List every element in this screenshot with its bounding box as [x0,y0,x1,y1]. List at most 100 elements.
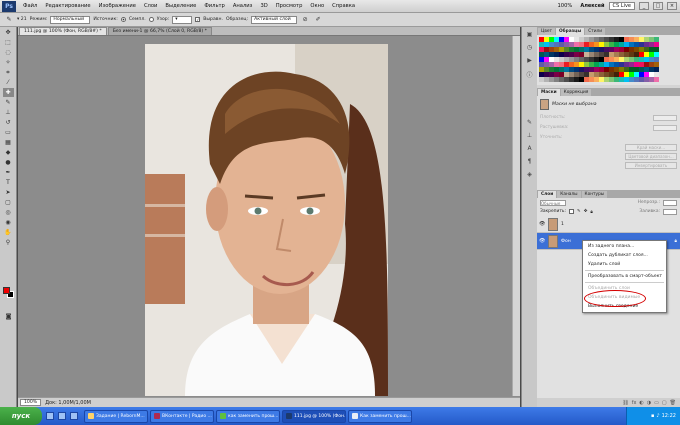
taskbar-button[interactable]: ВКонтакте | Радио ... [150,409,214,423]
fill-input[interactable] [663,208,677,215]
brush-tool-icon[interactable]: ✎ [3,98,14,107]
pattern-picker[interactable]: ▾ [172,15,193,24]
trash-icon[interactable]: 🗑︎ [670,400,676,406]
layer-name[interactable]: 1 [561,222,564,227]
move-tool-icon[interactable]: ✥ [3,28,14,37]
mode-select[interactable]: Нормальный [50,15,91,24]
close-icon[interactable]: × [667,2,677,10]
tab-paths[interactable]: Контуры [581,191,608,198]
document-tab[interactable]: Без имени-1 @ 66,7% (Слой 0, RGB/8) * [107,27,212,35]
zoom-tool-icon[interactable]: ⚲ [3,238,14,247]
menu-item-8[interactable]: Просмотр [272,3,307,9]
quicklaunch-media-icon[interactable] [70,412,78,420]
clone-stamp-tool-icon[interactable]: ⊥ [3,108,14,117]
menu-item-5[interactable]: Фильтр [200,3,229,9]
opacity-input[interactable] [663,199,677,206]
marquee-tool-icon[interactable]: ⬚ [3,38,14,47]
context-menu-item[interactable]: Из заднего плана... [583,242,666,251]
layer-row[interactable]: 👁︎ 1 [537,216,680,233]
taskbar-button[interactable]: Задание | RebornM... [84,409,148,423]
workspace-switcher[interactable]: Алексей [580,3,604,9]
lock-position-icon[interactable]: ✥ [584,209,588,214]
source-sampled-radio[interactable] [120,17,126,22]
quick-mask-icon[interactable]: ◙ [3,312,14,321]
document-info[interactable]: Док: 1,00M/1,00M [45,400,91,406]
lock-transparency-checkbox[interactable] [569,209,574,214]
visibility-eye-icon[interactable]: 👁︎ [539,238,545,244]
tab-channels[interactable]: Каналы [557,191,581,198]
shape-tool-icon[interactable]: ▢ [3,198,14,207]
adjustment-layer-icon[interactable]: ◑ [647,400,651,406]
menu-item-1[interactable]: Редактирование [41,3,94,9]
lock-pixels-icon[interactable]: ✎ [577,209,581,214]
path-select-tool-icon[interactable]: ➤ [3,188,14,197]
aligned-checkbox[interactable]: ✓ [195,17,201,22]
tray-volume-icon[interactable]: ♪ [656,413,659,419]
new-group-icon[interactable]: ▭ [654,400,659,406]
new-layer-icon[interactable]: ▢ [662,400,667,406]
tab-color[interactable]: Цвет [538,28,556,35]
swatch-grid[interactable] [539,37,678,82]
mask-edge-button[interactable]: Край маски... [625,144,677,151]
context-menu-item[interactable]: Создать дубликат слоя... [583,251,666,260]
3d-icon[interactable]: ◈ [525,171,535,180]
menu-item-4[interactable]: Выделение [161,3,200,9]
brush-presets-icon[interactable]: ✎ [525,119,535,128]
tab-swatches[interactable]: Образцы [556,28,585,35]
document-tab-active[interactable]: 111.jpg @ 100% (Фон, RGB/8#) * [19,27,107,35]
color-range-button[interactable]: Цветовой диапазон... [625,153,677,160]
quick-select-tool-icon[interactable]: ✧ [3,58,14,67]
fx-icon[interactable]: fx [632,400,637,406]
blur-tool-icon[interactable]: ◆ [3,148,14,157]
actions-icon[interactable]: ▶ [525,57,535,66]
invert-button[interactable]: Инвертировать [625,162,677,169]
maximize-icon[interactable]: □ [653,2,663,10]
add-mask-icon[interactable]: ◐ [639,400,643,406]
zoom-menu[interactable]: 100% [554,3,577,9]
quicklaunch-desktop-icon[interactable] [58,412,66,420]
type-tool-icon[interactable]: T [3,178,14,187]
eraser-tool-icon[interactable]: ▭ [3,128,14,137]
clone-source-icon[interactable]: ⊥ [525,132,535,141]
healing-brush-tool-icon[interactable]: ✚ [2,88,14,97]
image-canvas[interactable] [145,44,388,396]
hand-tool-icon[interactable]: ✋ [3,228,14,237]
menu-item-10[interactable]: Справка [328,3,359,9]
ignore-adjustment-icon[interactable]: ⊘ [300,15,310,24]
layer-name[interactable]: Фон [561,239,571,244]
feather-input[interactable] [653,125,677,131]
tab-styles[interactable]: Стили [585,28,606,35]
pen-tool-icon[interactable]: ✒ [3,168,14,177]
lasso-tool-icon[interactable]: ◌ [3,48,14,57]
context-menu-item[interactable]: Удалить слой [583,260,666,269]
history-brush-tool-icon[interactable]: ↺ [3,118,14,127]
minimize-icon[interactable]: _ [639,2,649,10]
color-swatch[interactable] [654,77,659,82]
menu-item-2[interactable]: Изображение [95,3,140,9]
vertical-scrollbar[interactable] [512,36,520,396]
3d-rotate-tool-icon[interactable]: ◎ [3,208,14,217]
taskbar-button[interactable]: Как заменить прош... [348,409,412,423]
blend-mode-select[interactable]: Обычные [540,199,566,206]
menu-item-6[interactable]: Анализ [229,3,257,9]
zoom-level-field[interactable]: 100% [20,399,42,406]
cs-live-button[interactable]: CS Live [608,2,635,10]
tab-masks[interactable]: Маски [538,89,560,96]
menu-item-0[interactable]: Файл [19,3,41,9]
link-layers-icon[interactable]: ⛓ [622,400,628,406]
start-button[interactable]: пуск [0,407,42,425]
menu-item-3[interactable]: Слои [140,3,161,9]
crop-tool-icon[interactable]: ⌗ [3,68,14,77]
menu-item-9[interactable]: Окно [306,3,328,9]
paragraph-icon[interactable]: ¶ [525,158,535,167]
tab-layers[interactable]: Слои [538,191,557,198]
tab-adjustments[interactable]: Коррекция [560,89,592,96]
source-pattern-radio[interactable] [148,17,154,22]
visibility-eye-icon[interactable]: 👁︎ [539,221,545,227]
quicklaunch-browser-icon[interactable] [46,412,54,420]
menu-item-7[interactable]: 3D [256,3,271,9]
density-input[interactable] [653,115,677,121]
foreground-color-swatch[interactable] [3,287,10,294]
history-icon[interactable]: ◷ [525,44,535,53]
character-icon[interactable]: A [525,145,535,154]
